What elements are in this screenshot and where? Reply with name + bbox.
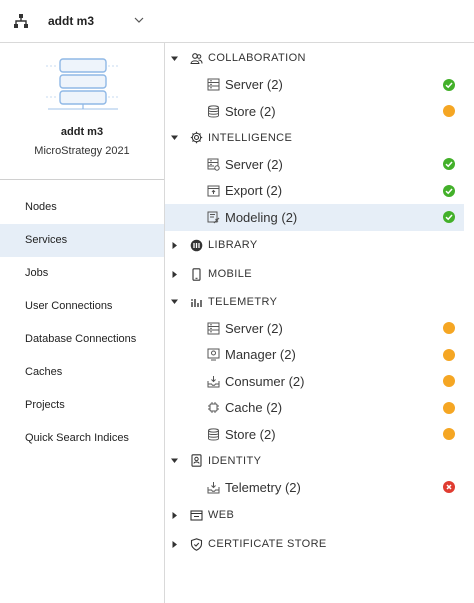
shield-icon xyxy=(190,537,203,551)
server-icon xyxy=(207,78,220,91)
caret-right-icon[interactable] xyxy=(171,511,178,519)
tree-item-identity-telemetry[interactable]: Telemetry (2) xyxy=(165,474,464,501)
tree-item-label: Store (2) xyxy=(225,103,276,119)
environment-switcher[interactable]: addt m3 xyxy=(0,0,164,42)
sidebar-item-caches[interactable]: Caches xyxy=(0,356,164,389)
status-warning-icon xyxy=(443,322,455,335)
tree-item-intelligence-server[interactable]: Server (2) xyxy=(165,151,464,178)
tree-item-label: Consumer (2) xyxy=(225,373,305,389)
tree-item-label: Manager (2) xyxy=(225,347,296,363)
tree-group-library[interactable]: LIBRARY xyxy=(165,231,464,260)
tree-item-intelligence-modeling[interactable]: Modeling (2) xyxy=(165,204,464,231)
tree-item-telemetry-manager[interactable]: Manager (2) xyxy=(165,342,464,369)
status-ok-icon xyxy=(443,158,455,171)
status-ok-icon xyxy=(443,78,455,91)
status-ok-icon xyxy=(443,184,455,197)
tree-item-label: Cache (2) xyxy=(225,400,283,416)
sidebar-version: MicroStrategy 2021 xyxy=(34,145,130,157)
tree-group-collaboration[interactable]: COLLABORATION xyxy=(165,45,464,72)
tree-item-telemetry-store[interactable]: Store (2) xyxy=(165,421,464,448)
tree-group-label: WEB xyxy=(208,509,235,521)
hierarchy-icon xyxy=(14,14,28,28)
tree-item-label: Modeling (2) xyxy=(225,209,298,225)
chip-icon xyxy=(208,402,219,414)
tree-item-collaboration-server[interactable]: Server (2) xyxy=(165,72,464,99)
server-stack-illustration xyxy=(46,58,120,110)
sidebar-item-services[interactable]: Services xyxy=(0,224,164,257)
database-icon xyxy=(208,428,219,441)
services-tree: COLLABORATION Server (2) Store (2) INTEL… xyxy=(165,45,464,559)
chevron-down-icon[interactable] xyxy=(133,14,145,26)
status-warning-icon xyxy=(443,105,455,118)
sidebar-environment-name: addt m3 xyxy=(60,126,104,138)
tree-item-telemetry-consumer[interactable]: Consumer (2) xyxy=(165,368,464,395)
sidebar-item-projects[interactable]: Projects xyxy=(0,389,164,422)
tree-group-label: LIBRARY xyxy=(208,239,258,251)
library-icon xyxy=(190,239,203,251)
sidebar-item-quick-search-indices[interactable]: Quick Search Indices xyxy=(0,422,164,455)
caret-right-icon[interactable] xyxy=(171,540,178,548)
tree-group-identity[interactable]: IDENTITY xyxy=(165,448,464,475)
tree-item-label: Server (2) xyxy=(225,77,283,93)
sidebar-item-nodes[interactable]: Nodes xyxy=(0,191,164,224)
status-error-icon xyxy=(443,481,455,494)
modeling-icon xyxy=(207,211,220,224)
tree-group-intelligence[interactable]: INTELLIGENCE xyxy=(165,125,464,152)
web-icon xyxy=(190,509,203,521)
tree-item-label: Server (2) xyxy=(225,320,283,336)
inbox-icon xyxy=(207,481,220,494)
sidebar-item-jobs[interactable]: Jobs xyxy=(0,257,164,290)
caret-down-icon[interactable] xyxy=(171,55,178,62)
status-warning-icon xyxy=(443,348,455,361)
sidebar-item-user-connections[interactable]: User Connections xyxy=(0,290,164,323)
telemetry-icon xyxy=(191,299,202,308)
caret-right-icon[interactable] xyxy=(171,241,178,249)
database-icon xyxy=(208,105,219,118)
inbox-icon xyxy=(207,375,220,388)
status-ok-icon xyxy=(443,211,455,224)
environment-name: addt m3 xyxy=(48,14,95,28)
tree-item-telemetry-server[interactable]: Server (2) xyxy=(165,315,464,342)
tree-item-label: Export (2) xyxy=(225,183,283,199)
tree-group-label: TELEMETRY xyxy=(208,295,278,308)
gear-icon xyxy=(190,132,203,144)
tree-item-intelligence-export[interactable]: Export (2) xyxy=(165,178,464,205)
sidebar-separator xyxy=(0,179,164,180)
tree-group-telemetry[interactable]: TELEMETRY xyxy=(165,289,464,316)
tree-item-label: Telemetry (2) xyxy=(225,479,301,495)
server-icon xyxy=(207,322,220,335)
status-warning-icon xyxy=(443,401,455,414)
server-gear-icon xyxy=(207,158,220,171)
sidebar-nav: Nodes Services Jobs User Connections Dat… xyxy=(0,191,164,455)
tree-item-label: Store (2) xyxy=(225,426,276,442)
tree-item-collaboration-store[interactable]: Store (2) xyxy=(165,98,464,125)
tree-group-certificate-store[interactable]: CERTIFICATE STORE xyxy=(165,530,464,559)
tree-group-mobile[interactable]: MOBILE xyxy=(165,260,464,289)
header-divider xyxy=(0,42,474,43)
tree-item-telemetry-cache[interactable]: Cache (2) xyxy=(165,395,464,422)
status-warning-icon xyxy=(443,375,455,388)
manager-icon xyxy=(207,348,220,361)
identity-icon xyxy=(191,454,202,467)
tree-group-label: IDENTITY xyxy=(208,454,262,467)
mobile-icon xyxy=(192,267,201,281)
tree-item-label: Server (2) xyxy=(225,156,283,172)
status-warning-icon xyxy=(443,428,455,441)
caret-down-icon[interactable] xyxy=(171,298,178,305)
tree-group-web[interactable]: WEB xyxy=(165,501,464,530)
tree-group-label: MOBILE xyxy=(208,268,252,280)
caret-down-icon[interactable] xyxy=(171,457,178,464)
caret-down-icon[interactable] xyxy=(171,134,178,141)
tree-group-label: INTELLIGENCE xyxy=(208,131,293,144)
collaboration-icon xyxy=(190,52,203,64)
export-icon xyxy=(207,185,220,197)
caret-right-icon[interactable] xyxy=(171,270,178,278)
sidebar-item-database-connections[interactable]: Database Connections xyxy=(0,323,164,356)
tree-group-label: COLLABORATION xyxy=(208,52,306,65)
tree-group-label: CERTIFICATE STORE xyxy=(208,538,327,550)
